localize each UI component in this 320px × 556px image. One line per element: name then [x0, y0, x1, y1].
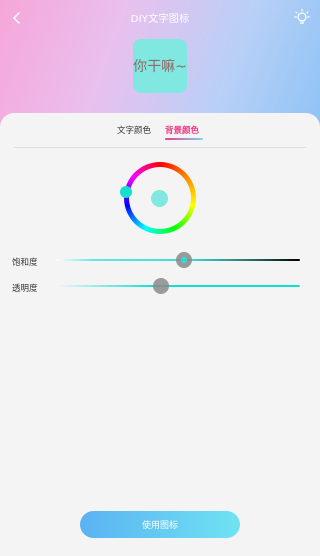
saturation-thumb-dot — [181, 257, 187, 263]
icon-preview-text: 你干嘛~ — [133, 59, 187, 75]
use-icon-button[interactable]: 使用图标 — [80, 511, 240, 538]
top-bar: DIY文字图标 — [0, 0, 320, 36]
saturation-label: 饱和度 — [12, 258, 38, 268]
active-tab-indicator — [165, 138, 203, 140]
tab-text-color[interactable]: 文字颜色 — [117, 124, 151, 136]
opacity-slider-thumb[interactable] — [153, 278, 169, 294]
divider — [14, 147, 306, 148]
selected-color-swatch — [151, 190, 168, 207]
icon-preview: 你干嘛~ — [133, 39, 187, 93]
page-title: DIY文字图标 — [130, 14, 190, 25]
color-wheel-handle[interactable] — [120, 186, 132, 198]
saturation-slider-thumb[interactable] — [176, 252, 192, 268]
opacity-slider[interactable] — [56, 285, 300, 287]
opacity-label: 透明度 — [12, 284, 38, 294]
lightbulb-icon — [294, 8, 310, 24]
tips-button[interactable] — [292, 7, 312, 27]
tab-background-color[interactable]: 背景颜色 — [165, 124, 199, 136]
